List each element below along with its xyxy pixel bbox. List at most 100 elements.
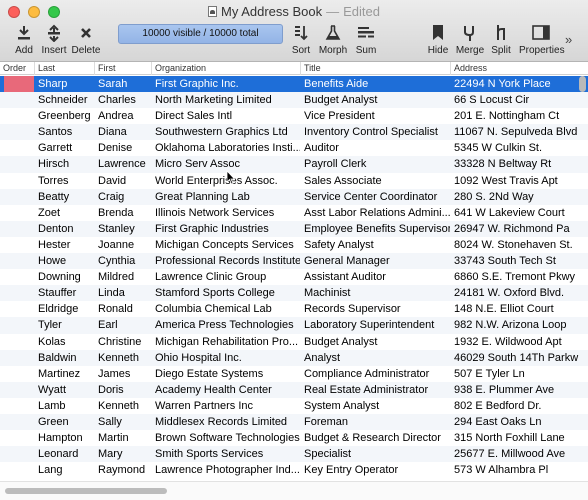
cell-first[interactable]: Mildred (94, 269, 151, 285)
cell-title[interactable]: Key Entry Operator (300, 462, 450, 478)
cell-last[interactable]: Schneider (34, 92, 94, 108)
cell-last[interactable]: Denton (34, 221, 94, 237)
cell-address[interactable]: 33328 N Beltway Rt (450, 156, 588, 172)
cell-title[interactable]: Vice President (300, 108, 450, 124)
cell-organization[interactable]: America Press Technologies (151, 317, 300, 333)
table-row[interactable]: Denton Stanley First Graphic Industries Emp… (0, 220, 588, 237)
cell-first[interactable]: Joanne (94, 237, 151, 253)
table-row[interactable]: Howe Cynthia Professional Records Institut… (0, 253, 588, 270)
cell-address[interactable]: 1092 West Travis Apt (450, 173, 588, 189)
cell-title[interactable]: Real Estate Administrator (300, 382, 450, 398)
table-row[interactable]: Torres David World Enterprises Assoc. Sales… (0, 173, 588, 189)
cell-first[interactable]: Earl (94, 317, 151, 333)
cell-address[interactable]: 201 E. Nottingham Ct (450, 108, 588, 124)
cell-title[interactable]: System Analyst (300, 398, 450, 414)
cell-order[interactable] (0, 398, 34, 414)
cell-last[interactable]: Downing (34, 269, 94, 285)
horizontal-scrollbar-thumb[interactable] (5, 488, 167, 494)
edited-status[interactable]: Edited (343, 4, 380, 19)
cell-first[interactable]: Stanley (94, 221, 151, 237)
toolbar-overflow-button[interactable]: » (565, 32, 572, 47)
cell-first[interactable]: Andrea (94, 108, 151, 124)
cell-address[interactable]: 938 E. Plummer Ave (450, 382, 588, 398)
cell-address[interactable]: 280 S. 2Nd Way (450, 189, 588, 205)
cell-title[interactable]: Budget Analyst (300, 92, 450, 108)
cell-first[interactable]: Sally (94, 414, 151, 430)
table-row[interactable]: Martinez James Diego Estate Systems Complia… (0, 366, 588, 382)
cell-title[interactable]: Service Center Coordinator (300, 189, 450, 205)
table-row[interactable]: Leonard Mary Smith Sports Services Speciali… (0, 446, 588, 463)
cell-order[interactable] (0, 237, 34, 253)
cell-title[interactable]: Machinist (300, 285, 450, 301)
cell-organization[interactable]: Oklahoma Laboratories Insti... (151, 140, 300, 156)
cell-last[interactable]: Garrett (34, 140, 94, 156)
table-row[interactable]: Kolas Christine Michigan Rehabilitation Pr… (0, 334, 588, 350)
cell-organization[interactable]: Lawrence Clinic Group (151, 269, 300, 285)
cell-organization[interactable]: First Graphic Inc. (151, 76, 300, 92)
cell-last[interactable]: Hester (34, 237, 94, 253)
cell-organization[interactable]: First Graphic Industries (151, 221, 300, 237)
cell-order[interactable] (0, 382, 34, 398)
cell-first[interactable]: Lawrence (94, 156, 151, 172)
sum-button[interactable]: Sum (346, 22, 386, 56)
cell-title[interactable]: Analyst (300, 350, 450, 366)
cell-address[interactable]: 148 N.E. Elliot Court (450, 301, 588, 317)
cell-organization[interactable]: Warren Partners Inc (151, 398, 300, 414)
cell-last[interactable]: Martinez (34, 366, 94, 382)
cell-organization[interactable]: Columbia Chemical Lab (151, 301, 300, 317)
cell-order[interactable] (0, 205, 34, 221)
table-row[interactable]: Schneider Charles North Marketing Limited B… (0, 92, 588, 109)
cell-order[interactable] (0, 92, 34, 108)
cell-last[interactable]: Santos (34, 124, 94, 140)
table-row[interactable]: Wyatt Doris Academy Health Center Real Esta… (0, 381, 588, 398)
cell-order[interactable] (0, 173, 34, 189)
cell-address[interactable]: 802 E Bedford Dr. (450, 398, 588, 414)
table-row[interactable]: Downing Mildred Lawrence Clinic Group Assis… (0, 269, 588, 285)
cell-organization[interactable]: Stamford Sports College (151, 285, 300, 301)
cell-last[interactable]: Torres (34, 173, 94, 189)
cell-first[interactable]: Diana (94, 124, 151, 140)
column-header-order[interactable]: Order (0, 62, 34, 75)
cell-organization[interactable]: Professional Records Institute (151, 253, 300, 269)
cell-title[interactable]: Payroll Clerk (300, 156, 450, 172)
cell-title[interactable]: Asst Labor Relations Admini... (300, 205, 450, 221)
cell-first[interactable]: Kenneth (94, 398, 151, 414)
cell-title[interactable]: Laboratory Superintendent (300, 317, 450, 333)
cell-title[interactable]: Foreman (300, 414, 450, 430)
cell-order[interactable] (0, 430, 34, 446)
cell-organization[interactable]: Michigan Concepts Services (151, 237, 300, 253)
cell-address[interactable]: 1932 E. Wildwood Apt (450, 334, 588, 350)
table-row[interactable]: Tyler Earl America Press Technologies Labor… (0, 317, 588, 334)
cell-last[interactable]: Baldwin (34, 350, 94, 366)
cell-organization[interactable]: Illinois Network Services (151, 205, 300, 221)
cell-first[interactable]: Christine (94, 334, 151, 350)
cell-first[interactable]: Martin (94, 430, 151, 446)
address-table[interactable]: Order Last First Organization Title Addr… (0, 62, 588, 481)
cell-address[interactable]: 66 S Locust Cir (450, 92, 588, 108)
table-row[interactable]: Santos Diana Southwestern Graphics Ltd Inve… (0, 124, 588, 141)
cell-title[interactable]: General Manager (300, 253, 450, 269)
cell-last[interactable]: Howe (34, 253, 94, 269)
cell-title[interactable]: Budget Analyst (300, 334, 450, 350)
cell-order[interactable] (0, 108, 34, 124)
visible-count-indicator[interactable]: 10000 visible / 10000 total (118, 24, 283, 44)
vertical-scrollbar-thumb[interactable] (579, 76, 586, 92)
column-header-address[interactable]: Address (450, 62, 588, 75)
cell-first[interactable]: Raymond (94, 462, 151, 478)
cell-address[interactable]: 22494 N York Place (450, 76, 588, 92)
table-row[interactable]: Greenberg Andrea Direct Sales Intl Vice Pre… (0, 108, 588, 124)
cell-order[interactable] (0, 446, 34, 462)
cell-address[interactable]: 5345 W Culkin St. (450, 140, 588, 156)
cell-organization[interactable]: Academy Health Center (151, 382, 300, 398)
cell-last[interactable]: Beatty (34, 189, 94, 205)
cell-title[interactable]: Sales Associate (300, 173, 450, 189)
cell-last[interactable]: Eldridge (34, 301, 94, 317)
cell-first[interactable]: David (94, 173, 151, 189)
cell-address[interactable]: 982 N.W. Arizona Loop (450, 317, 588, 333)
cell-first[interactable]: Sarah (94, 76, 151, 92)
column-header-title[interactable]: Title (300, 62, 450, 75)
properties-button[interactable]: Properties (519, 22, 565, 56)
table-row[interactable]: Sharp Sarah First Graphic Inc. Benefits Aid… (0, 76, 588, 93)
cell-organization[interactable]: Lawrence Photographer Ind... (151, 462, 300, 478)
cell-last[interactable]: Lang (34, 462, 94, 478)
